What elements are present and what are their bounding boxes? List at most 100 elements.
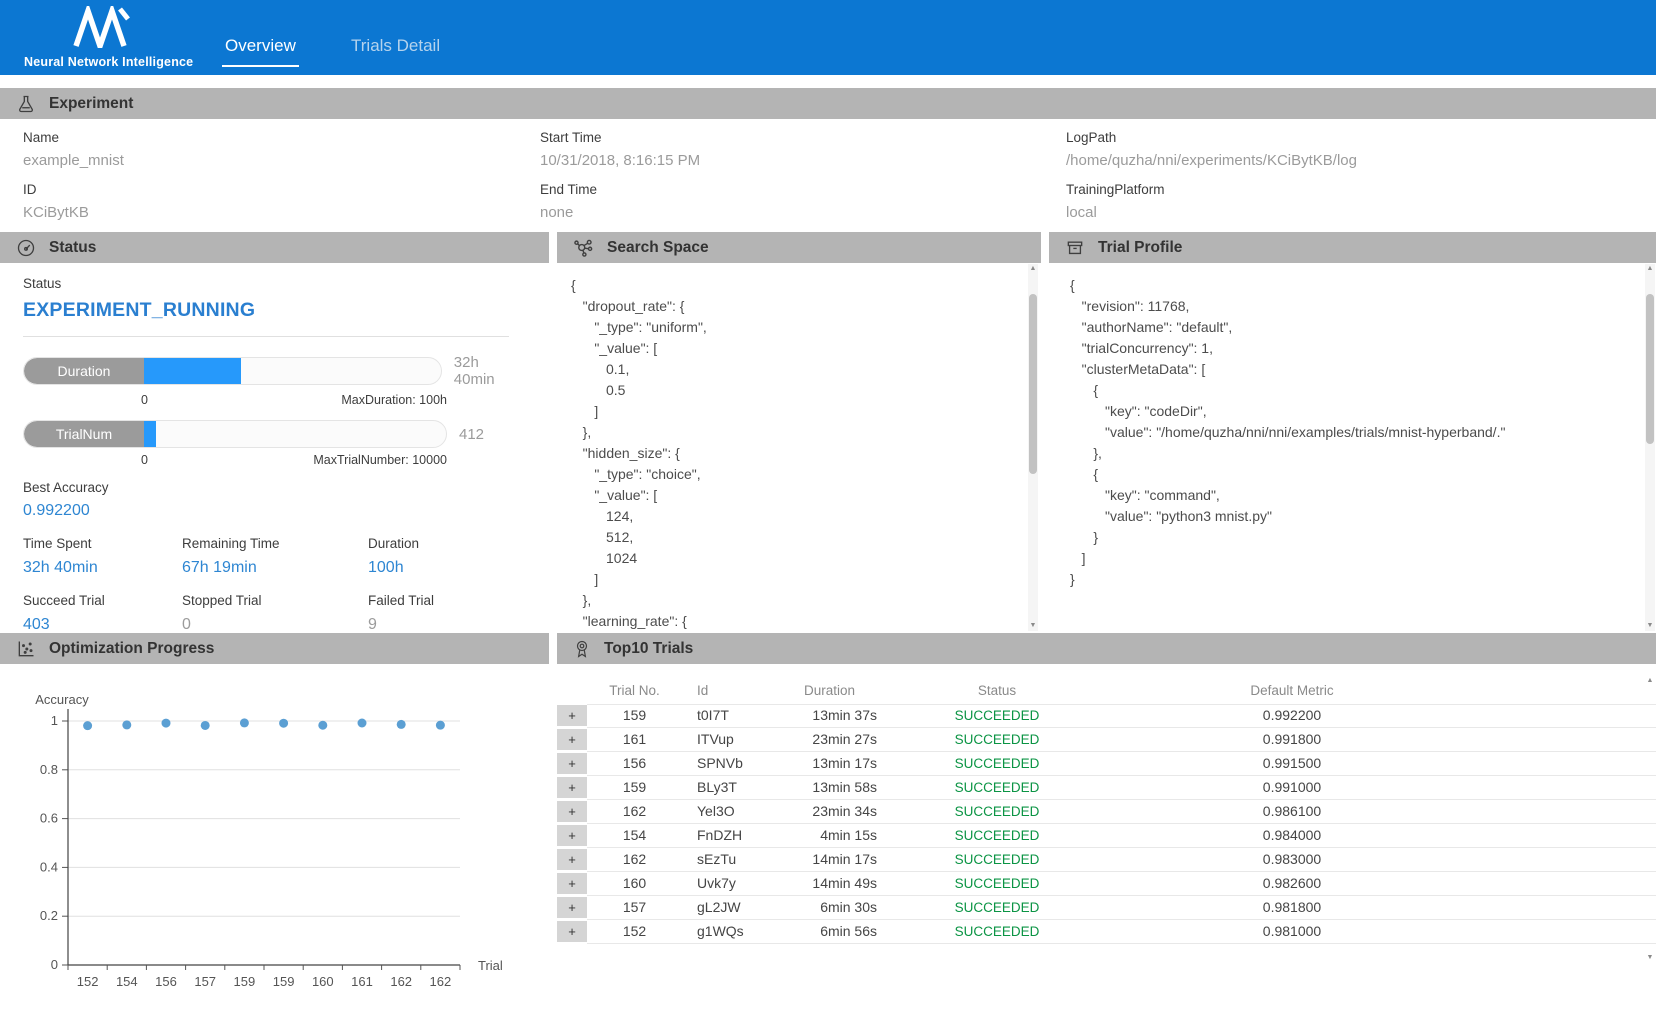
cell-id: g1WQs	[682, 920, 772, 944]
search-space-scrollbar[interactable]	[1028, 264, 1038, 631]
row-filler	[1477, 752, 1656, 776]
experiment-column-right: LogPath/home/quzha/nni/experiments/KCiBy…	[1066, 130, 1357, 234]
tab-trials-detail[interactable]: Trials Detail	[348, 36, 443, 65]
progress-inner	[144, 421, 446, 447]
expand-row-button[interactable]: +	[557, 729, 587, 750]
cell-default-metric: 0.984000	[1107, 824, 1477, 848]
stat-duration: Duration100h	[368, 536, 523, 577]
expand-cell: +	[557, 872, 587, 896]
expand-cell: +	[557, 704, 587, 728]
scroll-down-arrow[interactable]	[1645, 621, 1655, 631]
svg-text:152: 152	[77, 974, 99, 989]
scatter-chart-icon	[16, 639, 36, 659]
progress-trialnum: TrialNum4120MaxTrialNumber: 10000	[23, 420, 523, 467]
cell-status: SUCCEEDED	[887, 800, 1107, 824]
expand-row-button[interactable]: +	[557, 897, 587, 918]
cell-trial-no: 162	[587, 800, 682, 824]
best-accuracy: Best Accuracy 0.992200	[23, 480, 523, 520]
cell-trial-no: 159	[587, 704, 682, 728]
cell-status: SUCCEEDED	[887, 920, 1107, 944]
scroll-up-arrow[interactable]	[1645, 676, 1655, 686]
tab-overview[interactable]: Overview	[222, 36, 299, 67]
field-value: example_mnist	[23, 152, 124, 169]
cell-default-metric: 0.983000	[1107, 848, 1477, 872]
cell-trial-no: 152	[587, 920, 682, 944]
optimization-section-header: Optimization Progress	[0, 633, 549, 664]
progress-track: TrialNum	[23, 420, 447, 448]
experiment-field: TrainingPlatformlocal	[1066, 182, 1357, 221]
col-default-metric: Default Metric	[1107, 678, 1477, 705]
experiment-section-header: Experiment	[0, 88, 1656, 119]
scroll-down-arrow[interactable]	[1645, 953, 1655, 963]
progress-min-label: 0	[141, 453, 148, 467]
cell-trial-no: 156	[587, 752, 682, 776]
field-value: local	[1066, 204, 1357, 221]
medal-icon	[573, 639, 591, 659]
table-row: +159BLy3T13min 58sSUCCEEDED0.991000	[557, 776, 1656, 800]
cell-status: SUCCEEDED	[887, 752, 1107, 776]
scroll-down-arrow[interactable]	[1028, 621, 1038, 631]
expand-cell: +	[557, 752, 587, 776]
cell-trial-no: 154	[587, 824, 682, 848]
col-trial-no: Trial No.	[587, 678, 682, 705]
stat-label: Stopped Trial	[182, 593, 368, 608]
cell-duration: 23min 34s	[772, 800, 887, 824]
trial-profile-scrollbar[interactable]	[1645, 264, 1655, 631]
field-label: Start Time	[540, 130, 700, 145]
field-value: 10/31/2018, 8:16:15 PM	[540, 152, 700, 169]
search-space-section-header: Search Space	[557, 232, 1041, 263]
expand-row-button[interactable]: +	[557, 921, 587, 942]
experiment-status-value: EXPERIMENT_RUNNING	[23, 299, 523, 322]
progress-min-label: 0	[141, 393, 148, 407]
scroll-up-arrow[interactable]	[1028, 264, 1038, 274]
expand-row-button[interactable]: +	[557, 873, 587, 894]
search-space-json-view[interactable]: { "dropout_rate": { "_type": "uniform", …	[571, 275, 1021, 630]
expand-column-header	[557, 678, 587, 705]
experiment-field: Nameexample_mnist	[23, 130, 124, 169]
scroll-thumb[interactable]	[1646, 294, 1654, 444]
progress-scale: 0MaxDuration: 100h	[23, 393, 447, 407]
cell-trial-no: 161	[587, 728, 682, 752]
stat-label: Failed Trial	[368, 593, 523, 608]
row-filler	[1477, 896, 1656, 920]
progress-fill	[144, 421, 156, 447]
svg-text:159: 159	[234, 974, 256, 989]
progress-bar-row: TrialNum412	[23, 420, 523, 448]
cell-status: SUCCEEDED	[887, 704, 1107, 728]
field-label: End Time	[540, 182, 700, 197]
cell-id: ITVup	[682, 728, 772, 752]
search-space-json-text: { "dropout_rate": { "_type": "uniform", …	[571, 275, 1021, 630]
archive-box-icon	[1065, 238, 1085, 258]
top10-scrollbar[interactable]	[1645, 676, 1655, 963]
status-stats-grid: Time Spent32h 40minRemaining Time67h 19m…	[23, 536, 523, 634]
progress-bar-row: Duration32h 40min	[23, 354, 523, 388]
stat-failed-trial: Failed Trial 9	[368, 593, 523, 634]
scroll-up-arrow[interactable]	[1645, 264, 1655, 274]
optimization-scatter-chart: 00.20.40.60.8115215415615715915916016116…	[0, 688, 545, 993]
progress-track: Duration	[23, 357, 442, 385]
cell-default-metric: 0.991800	[1107, 728, 1477, 752]
field-value: KCiBytKB	[23, 204, 124, 221]
stat-label: Remaining Time	[182, 536, 368, 551]
svg-text:Accuracy: Accuracy	[35, 692, 89, 707]
expand-row-button[interactable]: +	[557, 849, 587, 870]
scroll-thumb[interactable]	[1029, 294, 1037, 474]
cell-trial-no: 162	[587, 848, 682, 872]
cell-default-metric: 0.991000	[1107, 776, 1477, 800]
svg-text:0.4: 0.4	[40, 859, 58, 874]
cell-default-metric: 0.982600	[1107, 872, 1477, 896]
cell-status: SUCCEEDED	[887, 824, 1107, 848]
trial-profile-json-view[interactable]: { "revision": 11768, "authorName": "defa…	[1070, 275, 1635, 630]
svg-text:0.6: 0.6	[40, 811, 58, 826]
flask-icon	[16, 94, 36, 114]
col-status: Status	[887, 678, 1107, 705]
expand-row-button[interactable]: +	[557, 777, 587, 798]
expand-row-button[interactable]: +	[557, 825, 587, 846]
expand-row-button[interactable]: +	[557, 705, 587, 726]
expand-row-button[interactable]: +	[557, 753, 587, 774]
cell-id: Uvk7y	[682, 872, 772, 896]
stat-value: 9	[368, 616, 523, 634]
status-label: Status	[23, 276, 523, 291]
expand-row-button[interactable]: +	[557, 801, 587, 822]
svg-text:0.8: 0.8	[40, 762, 58, 777]
